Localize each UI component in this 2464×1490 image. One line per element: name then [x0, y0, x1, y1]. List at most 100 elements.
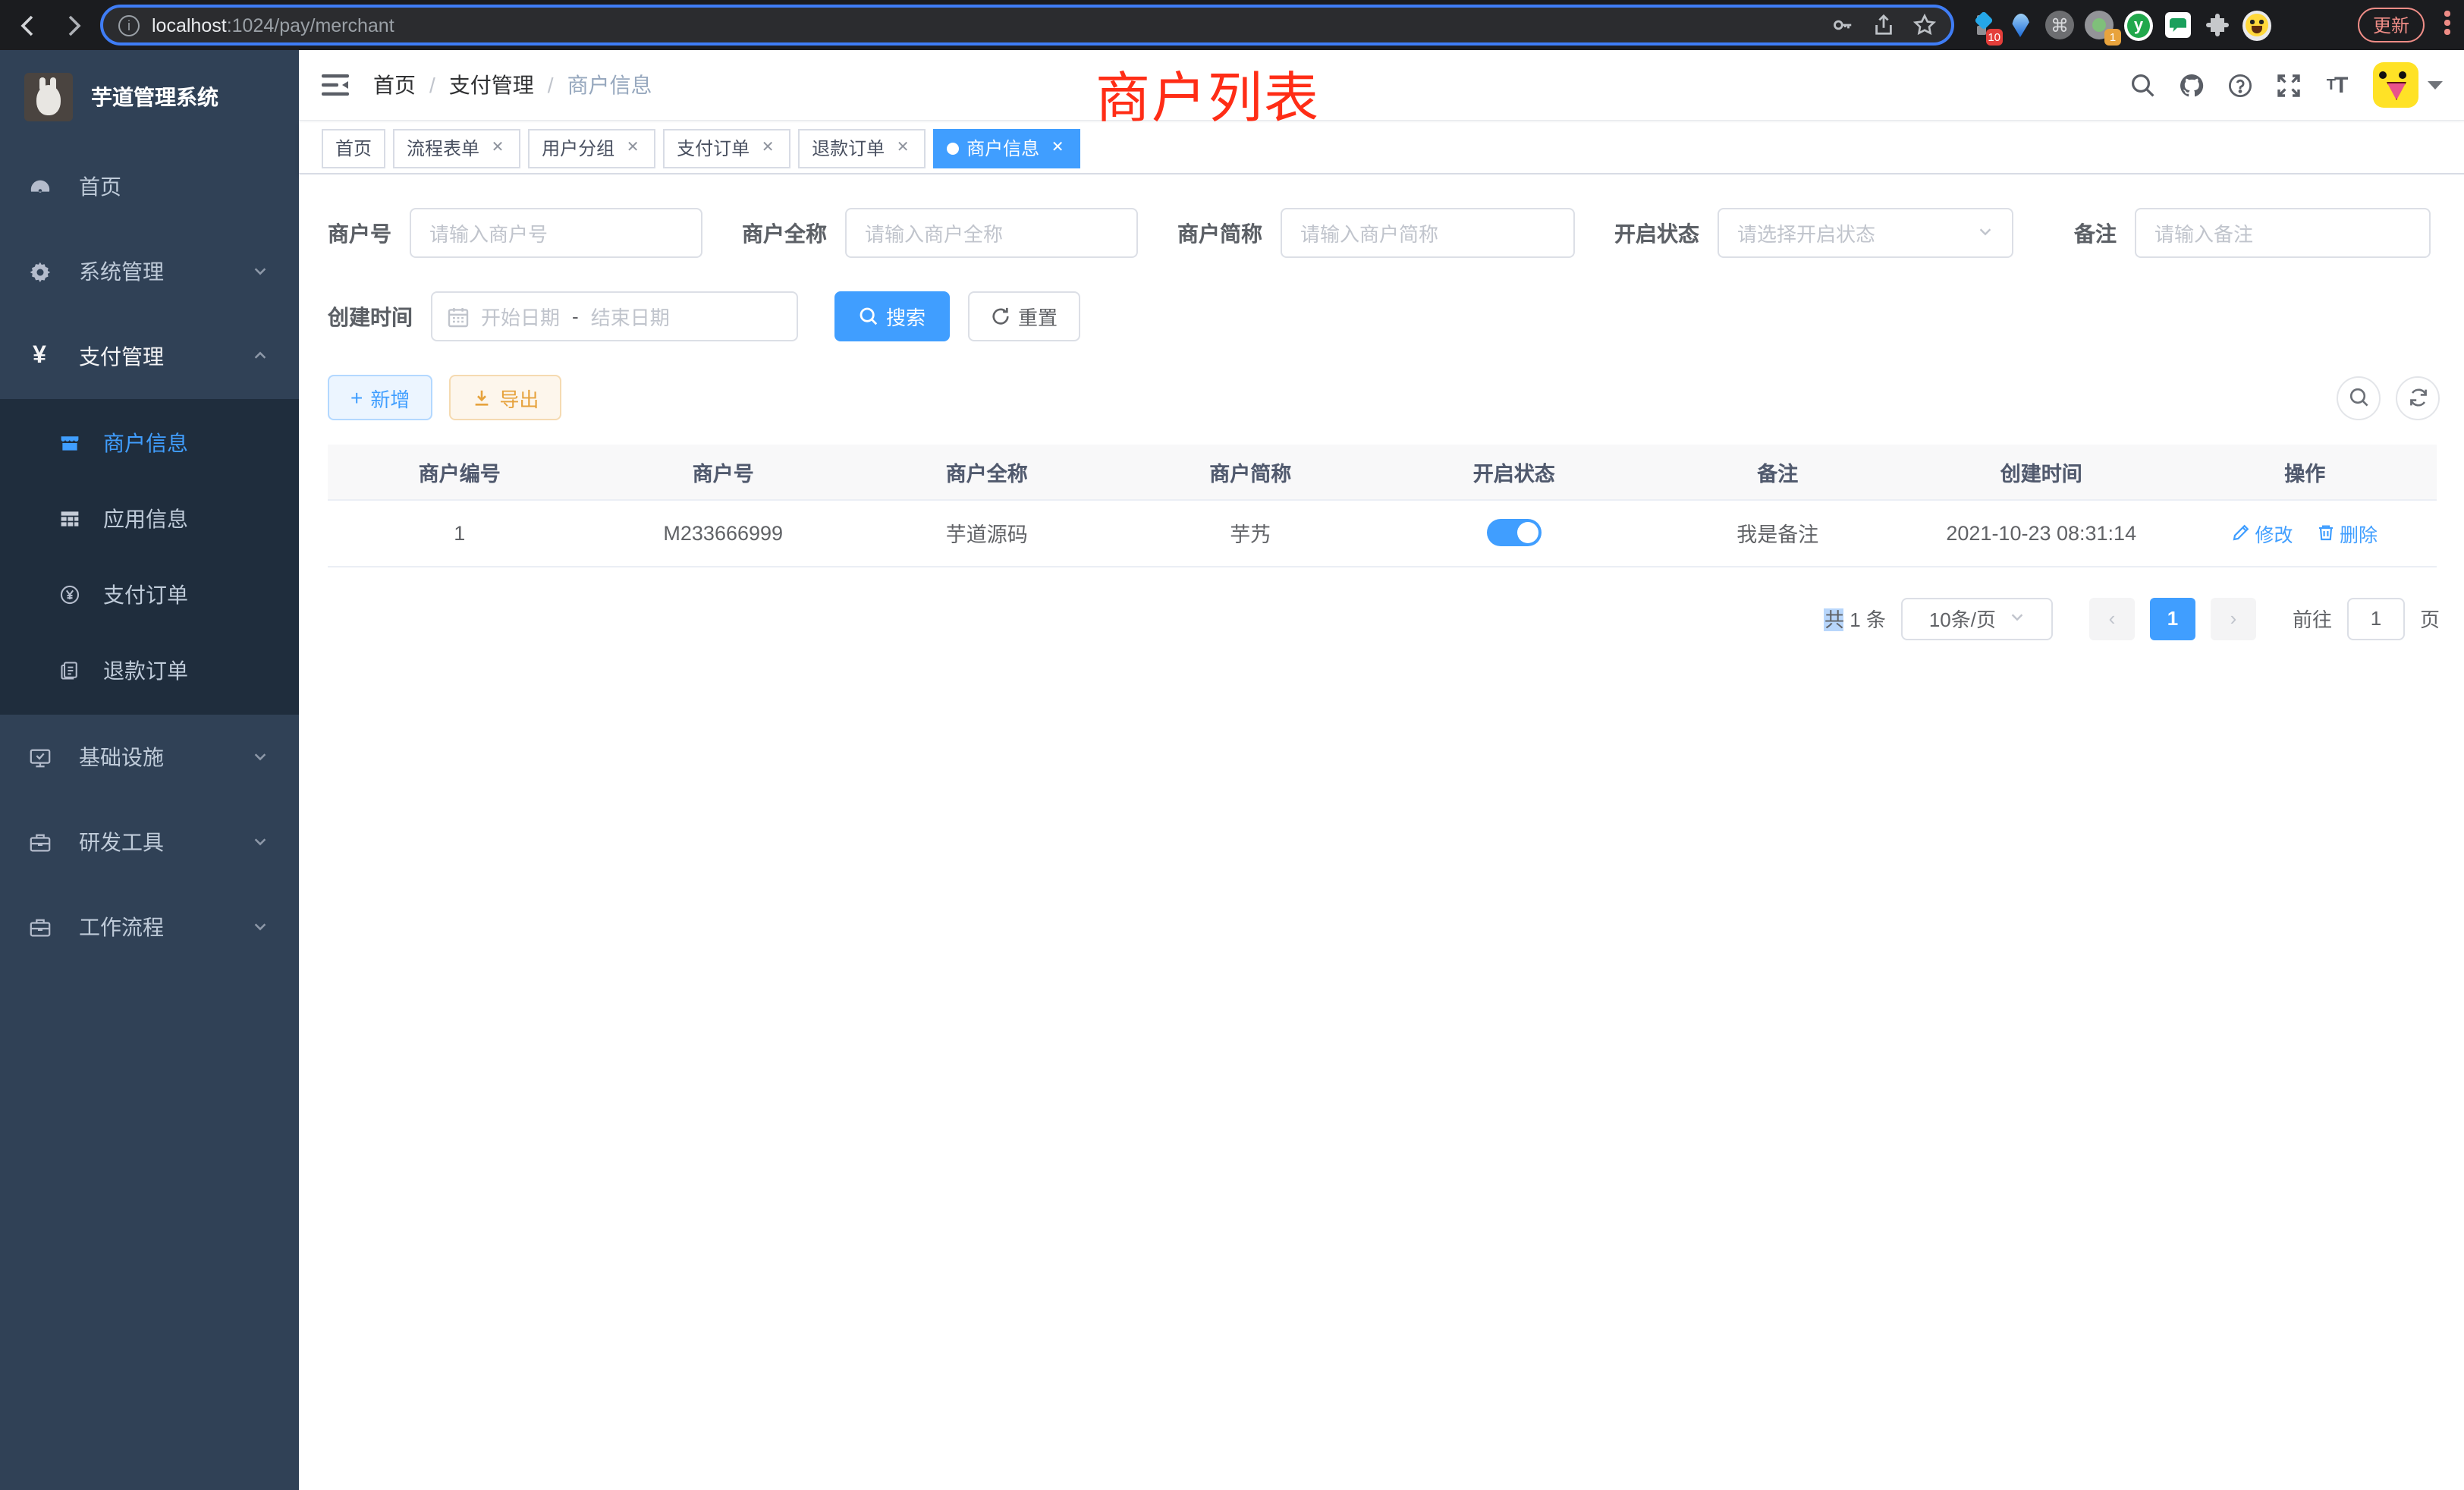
tab-home[interactable]: 首页	[322, 128, 385, 168]
full-name-label: 商户全称	[742, 218, 827, 248]
current-page-button[interactable]: 1	[2150, 597, 2195, 640]
extensions-puzzle-icon[interactable]	[2203, 11, 2232, 39]
sidebar-item-infra[interactable]: 基础设施	[0, 715, 299, 800]
grid-icon	[58, 508, 80, 530]
password-key-icon[interactable]	[1831, 14, 1854, 36]
breadcrumb-pay[interactable]: 支付管理	[449, 70, 534, 100]
main-content: 商户号 请输入商户号 商户全称 请输入商户全称 商户简称 请输入商户简称 开启状…	[299, 174, 2464, 1490]
sidebar-item-system[interactable]: 系统管理	[0, 229, 299, 314]
sidebar-item-pay[interactable]: ¥ 支付管理	[0, 314, 299, 399]
sidebar-collapse-icon[interactable]	[322, 73, 349, 97]
user-avatar[interactable]	[2373, 62, 2418, 108]
sidebar-item-label: 基础设施	[79, 742, 164, 772]
header-actions: TT	[2118, 61, 2443, 109]
sidebar-item-dev-tools[interactable]: 研发工具	[0, 800, 299, 885]
refresh-icon	[991, 306, 1010, 326]
remark-label: 备注	[2074, 218, 2117, 248]
browser-menu-icon[interactable]	[2444, 11, 2450, 34]
annotation-merchant-list: 商户列表	[1095, 55, 1320, 134]
close-icon[interactable]: ✕	[894, 139, 912, 157]
address-bar[interactable]: i localhost:1024/pay/merchant	[100, 5, 1954, 46]
refresh-icon	[2407, 387, 2428, 408]
monitor-icon	[27, 745, 52, 769]
yen-circle-icon	[58, 583, 80, 606]
fullscreen-icon[interactable]	[2264, 61, 2312, 109]
sidebar-item-home[interactable]: 首页	[0, 144, 299, 229]
extension-session-icon[interactable]: 1	[2085, 11, 2114, 39]
sidebar-item-pay-order[interactable]: 支付订单	[0, 557, 299, 633]
sidebar-item-refund-order[interactable]: 退款订单	[0, 633, 299, 709]
github-icon[interactable]	[2167, 61, 2215, 109]
merchant-no-input[interactable]: 请输入商户号	[410, 208, 702, 258]
browser-back-icon[interactable]	[14, 10, 44, 40]
sidebar-item-label: 支付管理	[79, 341, 164, 372]
add-button[interactable]: + 新增	[328, 375, 432, 420]
extension-chat-icon[interactable]	[2164, 11, 2192, 39]
tab-process-form[interactable]: 流程表单✕	[393, 128, 520, 168]
cell-actions: 修改 删除	[2173, 499, 2437, 566]
close-icon[interactable]: ✕	[759, 139, 777, 157]
page-size-select[interactable]: 10条/页	[1901, 597, 2053, 640]
app-logo	[24, 73, 73, 121]
cell-merchant-no: M233666999	[592, 499, 856, 566]
short-name-input[interactable]: 请输入商户简称	[1281, 208, 1575, 258]
close-icon[interactable]: ✕	[489, 139, 507, 157]
user-caret-icon[interactable]	[2428, 71, 2443, 99]
col-create-time: 创建时间	[1909, 445, 2173, 499]
extension-command-icon[interactable]: ⌘	[2045, 11, 2074, 39]
status-toggle[interactable]	[1487, 519, 1542, 546]
bookmark-star-icon[interactable]	[1913, 14, 1936, 36]
share-icon[interactable]	[1872, 14, 1895, 36]
status-select[interactable]: 请选择开启状态	[1718, 208, 2013, 258]
col-merchant-id: 商户编号	[328, 445, 592, 499]
merchant-table: 商户编号 商户号 商户全称 商户简称 开启状态 备注 创建时间 操作 1 M23…	[328, 445, 2437, 567]
date-range-input[interactable]: 开始日期 - 结束日期	[431, 291, 798, 341]
browser-extensions: 10 ⌘ 1 y	[1966, 0, 2271, 50]
reset-button[interactable]: 重置	[968, 291, 1080, 341]
browser-forward-icon[interactable]	[58, 10, 88, 40]
extension-y-icon[interactable]: y	[2124, 11, 2153, 39]
next-page-button[interactable]: ›	[2211, 597, 2256, 640]
header-search-icon[interactable]	[2118, 61, 2167, 109]
sidebar-item-label: 应用信息	[103, 504, 188, 534]
breadcrumb-separator: /	[548, 73, 554, 97]
browser-chrome: i localhost:1024/pay/merchant 10 ⌘ 1 y 更…	[0, 0, 2464, 50]
tab-user-group[interactable]: 用户分组✕	[528, 128, 655, 168]
search-button[interactable]: 搜索	[834, 291, 950, 341]
close-icon[interactable]: ✕	[1048, 139, 1067, 157]
dashboard-icon	[27, 174, 52, 199]
browser-profile-avatar[interactable]	[2242, 11, 2271, 39]
goto-page-input[interactable]	[2347, 597, 2405, 640]
full-name-input[interactable]: 请输入商户全称	[845, 208, 1138, 258]
tags-view-bar: 首页 流程表单✕ 用户分组✕ 支付订单✕ 退款订单✕ 商户信息✕	[299, 123, 2464, 174]
refresh-table-button[interactable]	[2396, 376, 2440, 420]
export-button[interactable]: 导出	[449, 375, 561, 420]
remark-input[interactable]: 请输入备注	[2135, 208, 2431, 258]
show-search-toggle-button[interactable]	[2337, 376, 2381, 420]
sidebar-item-merchant-info[interactable]: 商户信息	[0, 405, 299, 481]
font-size-icon[interactable]: TT	[2312, 61, 2361, 109]
site-info-icon[interactable]: i	[118, 14, 140, 36]
tab-pay-order[interactable]: 支付订单✕	[663, 128, 790, 168]
sidebar-item-label: 支付订单	[103, 580, 188, 610]
tab-refund-order[interactable]: 退款订单✕	[798, 128, 926, 168]
breadcrumb: 首页 / 支付管理 / 商户信息	[373, 70, 652, 100]
browser-update-button[interactable]: 更新	[2358, 8, 2425, 42]
delete-link[interactable]: 删除	[2317, 518, 2378, 547]
sidebar-item-workflow[interactable]: 工作流程	[0, 885, 299, 970]
sidebar-item-app-info[interactable]: 应用信息	[0, 481, 299, 557]
chevron-down-icon	[2008, 607, 2025, 630]
close-icon[interactable]: ✕	[624, 139, 642, 157]
extension-tiles-icon[interactable]: 10	[1966, 11, 1995, 39]
sidebar-item-label: 首页	[79, 171, 121, 202]
plus-icon: +	[350, 387, 363, 408]
total-text: 共 1 条	[1824, 604, 1886, 633]
prev-page-button[interactable]: ‹	[2089, 597, 2135, 640]
app-logo-row[interactable]: 芋道管理系统	[0, 50, 299, 144]
extension-pin-icon[interactable]	[2006, 11, 2035, 39]
col-actions: 操作	[2173, 445, 2437, 499]
tab-merchant-info[interactable]: 商户信息✕	[933, 128, 1080, 168]
edit-link[interactable]: 修改	[2232, 518, 2293, 547]
help-icon[interactable]	[2215, 61, 2264, 109]
breadcrumb-home[interactable]: 首页	[373, 70, 416, 100]
